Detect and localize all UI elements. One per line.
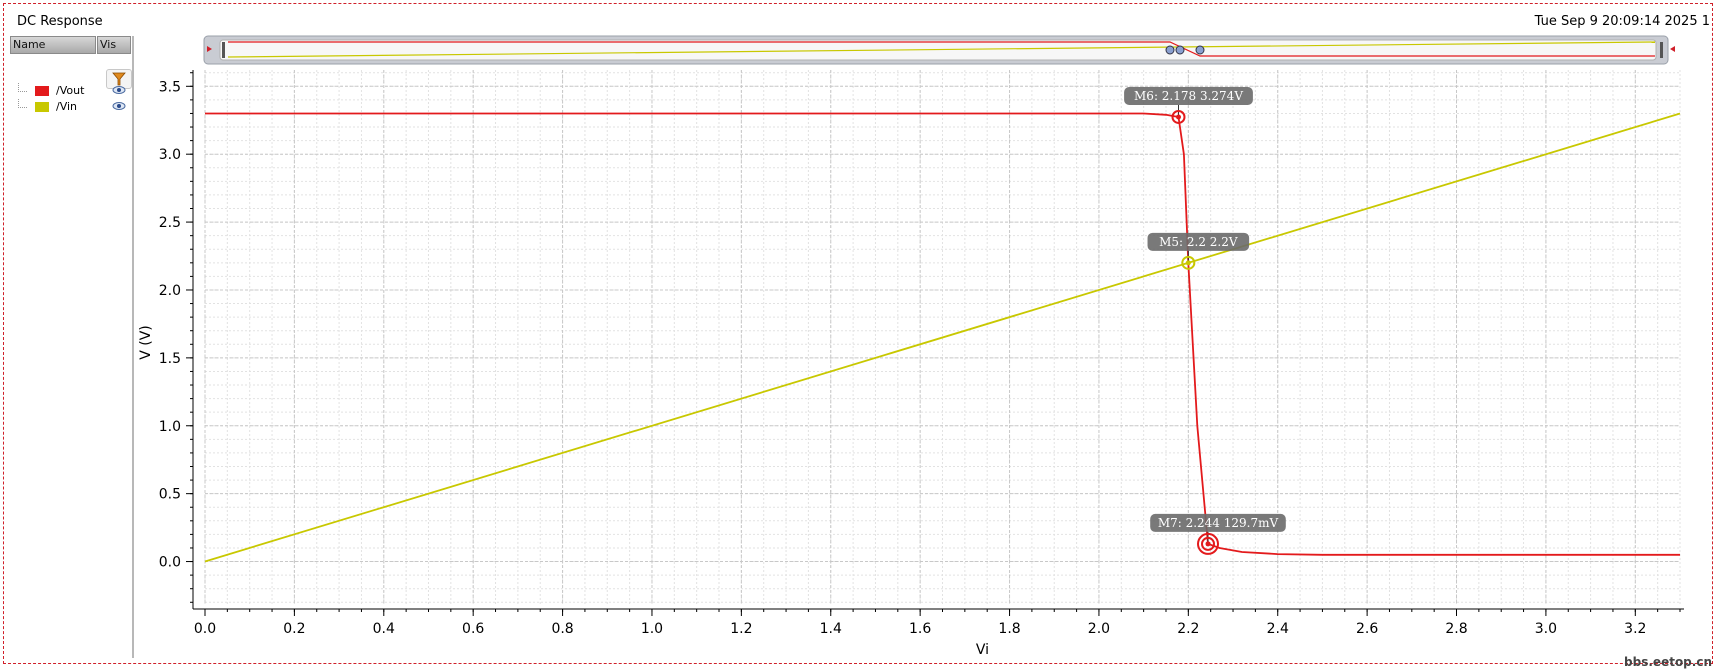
- scroll-right-icon[interactable]: [1670, 46, 1675, 52]
- x-tick-label: 1.4: [820, 621, 842, 637]
- y-tick-label: 0.5: [159, 487, 181, 503]
- x-tick-label: 2.2: [1177, 621, 1199, 637]
- marker-point-center: [1176, 114, 1181, 120]
- overview-marker-icon: [1165, 45, 1175, 55]
- overview-scrollbar[interactable]: [203, 35, 1675, 65]
- y-tick-label: 2.5: [159, 215, 181, 231]
- x-tick-label: 2.4: [1267, 621, 1289, 637]
- x-tick-label: 1.2: [730, 621, 752, 637]
- x-tick-label: 2.6: [1356, 621, 1378, 637]
- marker-label: M5: 2.2 2.2V: [1159, 235, 1238, 249]
- overview-marker-icon: [1195, 45, 1205, 55]
- y-tick-label: 1.0: [159, 419, 181, 435]
- x-tick-label: 1.0: [641, 621, 663, 637]
- scroll-left-handle[interactable]: [222, 42, 225, 58]
- marker-point-center: [1205, 541, 1211, 547]
- x-tick-label: 1.8: [998, 621, 1020, 637]
- x-tick-label: 0.0: [194, 621, 216, 637]
- y-tick-label: 0.0: [159, 555, 181, 571]
- marker-label: M6: 2.178 3.274V: [1134, 89, 1243, 103]
- chart: 0.0 0.2 0.4 0.6 0.8 1.0 1.2 1.4 1.6 1.8 2.0 2.2 2.4 2…: [138, 35, 1712, 669]
- x-tick-label: 3.0: [1535, 621, 1557, 637]
- watermark: bbs.eetop.cn: [1624, 655, 1712, 669]
- y-tick-label: 1.5: [159, 351, 181, 367]
- x-tick-label: 0.6: [462, 621, 484, 637]
- y-axis-label: V (V): [138, 325, 154, 360]
- y-tick-label: 2.0: [159, 283, 181, 299]
- x-tick-label: 3.2: [1624, 621, 1646, 637]
- x-tick-label: 2.8: [1445, 621, 1467, 637]
- x-tick-label: 0.2: [283, 621, 305, 637]
- y-tick-label: 3.5: [159, 79, 181, 95]
- x-tick-label: 0.8: [551, 621, 573, 637]
- axes: 0.0 0.2 0.4 0.6 0.8 1.0 1.2 1.4 1.6 1.8 2.0 2.2 2.4 2…: [159, 70, 1684, 637]
- y-tick-label: 3.0: [159, 147, 181, 163]
- x-tick-label: 2.0: [1088, 621, 1110, 637]
- marker-label: M7: 2.244 129.7mV: [1158, 516, 1279, 530]
- x-axis-label: Vi: [976, 642, 989, 658]
- marker-point-center: [1185, 260, 1191, 266]
- x-tick-label: 0.4: [373, 621, 395, 637]
- markers-layer[interactable]: M6: 2.178 3.274V M5: 2.2 2.2V M7: 2.244 12…: [1124, 86, 1286, 555]
- x-tick-label: 1.6: [909, 621, 931, 637]
- scroll-right-handle[interactable]: [1660, 42, 1663, 58]
- overview-marker-icon: [1175, 45, 1185, 55]
